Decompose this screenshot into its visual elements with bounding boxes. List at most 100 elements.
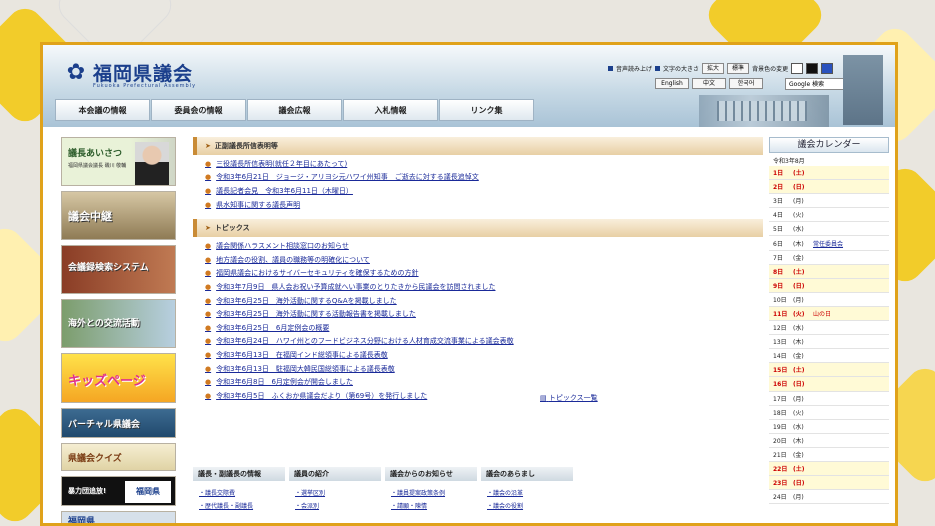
banner-minutes-search[interactable]: 会議録検索システム: [61, 245, 176, 294]
calendar-month: 令和3年8月: [773, 158, 805, 165]
banner-exchange[interactable]: 海外との交流活動: [61, 299, 176, 348]
category-link[interactable]: ・選挙区別: [295, 487, 381, 500]
calendar-day: 24日: [773, 494, 787, 502]
site-logo[interactable]: ✿ 福岡県議会: [63, 59, 193, 86]
banner-anti-gang[interactable]: 暴力団追放! 福岡県: [61, 476, 176, 506]
category-link[interactable]: ・歴代議長・副議長: [199, 500, 285, 513]
nav-committee[interactable]: 委員会の情報: [151, 99, 246, 121]
link-text[interactable]: 令和3年6月13日 在福岡インド総領事による議長表敬: [216, 350, 388, 360]
font-enlarge-button[interactable]: 拡大: [702, 63, 725, 74]
calendar-day: 20日: [773, 437, 787, 445]
category-boxes: 議長・副議長の情報 ・議長交際費 ・歴代議長・副議長 議員の紹介 ・選挙区別 ・…: [193, 467, 573, 513]
banner-prefecture[interactable]: 福岡県: [61, 511, 176, 523]
calendar-weekday: (土): [793, 466, 805, 474]
link-text[interactable]: 令和3年6月25日 6月定例会の概要: [216, 323, 329, 333]
banner-label: 議長あいさつ: [68, 149, 123, 159]
list-item[interactable]: ● 地方議会の役割、議員の職務等の明確化について: [193, 253, 763, 267]
banner-badge: 福岡県: [125, 481, 171, 503]
category-link[interactable]: ・請願・陳情: [391, 500, 477, 513]
link-text[interactable]: 令和3年7月9日 県人会お祝い予算成就へい事業のとりたきから民議会を訪問されまし…: [216, 282, 495, 292]
calendar-weekday: (水): [793, 226, 804, 234]
bg-black-button[interactable]: [806, 63, 819, 74]
calendar-day: 19日: [773, 423, 787, 431]
calendar-day: 3日: [773, 198, 783, 206]
category-link[interactable]: ・議会の沿革: [487, 487, 573, 500]
list-item[interactable]: ● 令和3年6月13日 在福岡インド総領事による議長表敬: [193, 348, 763, 362]
link-text[interactable]: 地方議会の役割、議員の職務等の明確化について: [216, 255, 370, 265]
language-links: English 中文 한국어: [655, 78, 763, 89]
lang-english-button[interactable]: English: [655, 78, 689, 89]
search-input[interactable]: Google 検索: [785, 78, 847, 90]
link-text[interactable]: 令和3年6月8日 6月定例会が開会しました: [216, 377, 353, 387]
link-text[interactable]: 令和3年6月25日 海外活動に関する活動報告書を掲載しました: [216, 309, 416, 319]
link-text[interactable]: 県水知事に関する議長声明: [216, 200, 300, 210]
bullet-icon: ●: [205, 378, 212, 387]
lang-chinese-button[interactable]: 中文: [692, 78, 726, 89]
chair-photo: [135, 142, 169, 185]
list-item[interactable]: ● 令和3年6月5日 ふくおか県議会だより（第69号）を発行しました: [193, 389, 763, 403]
font-standard-button[interactable]: 標準: [727, 63, 750, 74]
list-item[interactable]: ● 三役議長所信表明(就任２年目にあたって): [193, 157, 763, 171]
read-aloud-link[interactable]: 音声読み上げ: [616, 64, 652, 73]
banner-virtual[interactable]: バーチャル県議会: [61, 408, 176, 438]
calendar-weekday: (日): [793, 381, 805, 389]
nav-bidding[interactable]: 入札情報: [343, 99, 438, 121]
list-item[interactable]: ● 議長記者会見 令和3年6月11日（木曜日）: [193, 184, 763, 198]
link-text[interactable]: 議長記者会見 令和3年6月11日（木曜日）: [216, 186, 353, 196]
calendar-weekday: (土): [793, 170, 805, 178]
site-subtitle: Fukuoka Prefectural Assembly: [93, 83, 197, 89]
nav-plenary[interactable]: 本会議の情報: [55, 99, 150, 121]
list-item[interactable]: ● 令和3年7月9日 県人会お祝い予算成就へい事業のとりたきから民議会を訪問されま…: [193, 280, 763, 294]
list-item[interactable]: ● 令和3年6月25日 海外活動に関するQ&Aを掲載しました: [193, 294, 763, 308]
link-text[interactable]: 令和3年6月21日 ジョージ・アリヨシ元ハワイ州知事 ご逝去に対する議長追悼文: [216, 172, 479, 182]
bg-white-button[interactable]: [791, 63, 804, 74]
calendar-day: 4日: [773, 212, 783, 220]
lang-korean-button[interactable]: 한국어: [729, 78, 763, 89]
banner-kids[interactable]: キッズページ: [61, 353, 176, 403]
list-item[interactable]: ● 福岡県議会におけるサイバーセキュリティを確保するための方針: [193, 267, 763, 281]
topics-more-link[interactable]: ▤ トピックス一覧: [540, 393, 598, 403]
calendar-row: 21日 (金): [769, 448, 889, 462]
category-link[interactable]: ・議長交際費: [199, 487, 285, 500]
calendar-event[interactable]: 常任委員会: [813, 239, 843, 248]
bg-blue-button[interactable]: [821, 63, 834, 74]
list-item[interactable]: ● 令和3年6月8日 6月定例会が開会しました: [193, 375, 763, 389]
link-text[interactable]: 三役議長所信表明(就任２年目にあたって): [216, 159, 347, 169]
section-header-statements: ➤ 正副議長所信表明等: [193, 137, 763, 155]
banner-chair-greeting[interactable]: 議長あいさつ 福岡県議会議長 磯川 敬輔: [61, 137, 176, 186]
category-link[interactable]: ・会派別: [295, 500, 381, 513]
nav-links[interactable]: リンク集: [439, 99, 534, 121]
list-item[interactable]: ● 令和3年6月21日 ジョージ・アリヨシ元ハワイ州知事 ご逝去に対する議長追悼文: [193, 171, 763, 185]
calendar-row: 12日 (水): [769, 321, 889, 336]
link-text[interactable]: 令和3年6月13日 駐福岡大韓民国総領事による議長表敬: [216, 364, 395, 374]
list-item[interactable]: ● 令和3年6月13日 駐福岡大韓民国総領事による議長表敬: [193, 362, 763, 376]
calendar-weekday: (火): [793, 409, 804, 417]
link-text[interactable]: 福岡県議会におけるサイバーセキュリティを確保するための方針: [216, 268, 418, 278]
banner-quiz[interactable]: 県議会クイズ: [61, 443, 176, 471]
list-item[interactable]: ● 県水知事に関する議長声明: [193, 198, 763, 212]
section-header-topics: ➤ トピックス: [193, 219, 763, 238]
banner-live[interactable]: 議会中継: [61, 191, 176, 240]
calendar-weekday: (火): [793, 310, 805, 318]
browser-frame: ✿ 福岡県議会 Fukuoka Prefectural Assembly 音声読…: [40, 42, 898, 526]
banner-label: 会議録検索システム: [68, 263, 149, 273]
link-text[interactable]: 令和3年6月24日 ハワイ州とのフードビジネス分野における人材育成交流事業による…: [216, 336, 514, 346]
more-link-text[interactable]: トピックス一覧: [549, 394, 598, 402]
list-item[interactable]: ● 令和3年6月24日 ハワイ州とのフードビジネス分野における人材育成交流事業によ…: [193, 335, 763, 349]
calendar-row: 11日 (火) 山の日: [769, 306, 889, 322]
category-link[interactable]: ・議会の役割: [487, 500, 573, 513]
category-link[interactable]: ・議員提案政策条例: [391, 487, 477, 500]
list-item[interactable]: ● 令和3年6月25日 海外活動に関する活動報告書を掲載しました: [193, 307, 763, 321]
category-notices: 議会からのお知らせ ・議員提案政策条例 ・請願・陳情: [385, 467, 477, 513]
calendar-weekday: (木): [793, 437, 804, 445]
calendar-weekday: (日): [793, 282, 805, 290]
calendar-row: 9日 (日): [769, 278, 889, 293]
calendar-row: 4日 (火): [769, 208, 889, 223]
link-text[interactable]: 令和3年6月5日 ふくおか県議会だより（第69号）を発行しました: [216, 391, 427, 401]
link-text[interactable]: 令和3年6月25日 海外活動に関するQ&Aを掲載しました: [216, 296, 397, 306]
list-item[interactable]: ● 議会関係ハラスメント相談窓口のお知らせ: [193, 239, 763, 253]
list-item[interactable]: ● 令和3年6月25日 6月定例会の概要: [193, 321, 763, 335]
link-text[interactable]: 議会関係ハラスメント相談窓口のお知らせ: [216, 241, 349, 251]
nav-publicity[interactable]: 議会広報: [247, 99, 342, 121]
topics-list: ● 議会関係ハラスメント相談窓口のお知らせ ● 地方議会の役割、議員の職務等の明確化…: [193, 239, 763, 402]
